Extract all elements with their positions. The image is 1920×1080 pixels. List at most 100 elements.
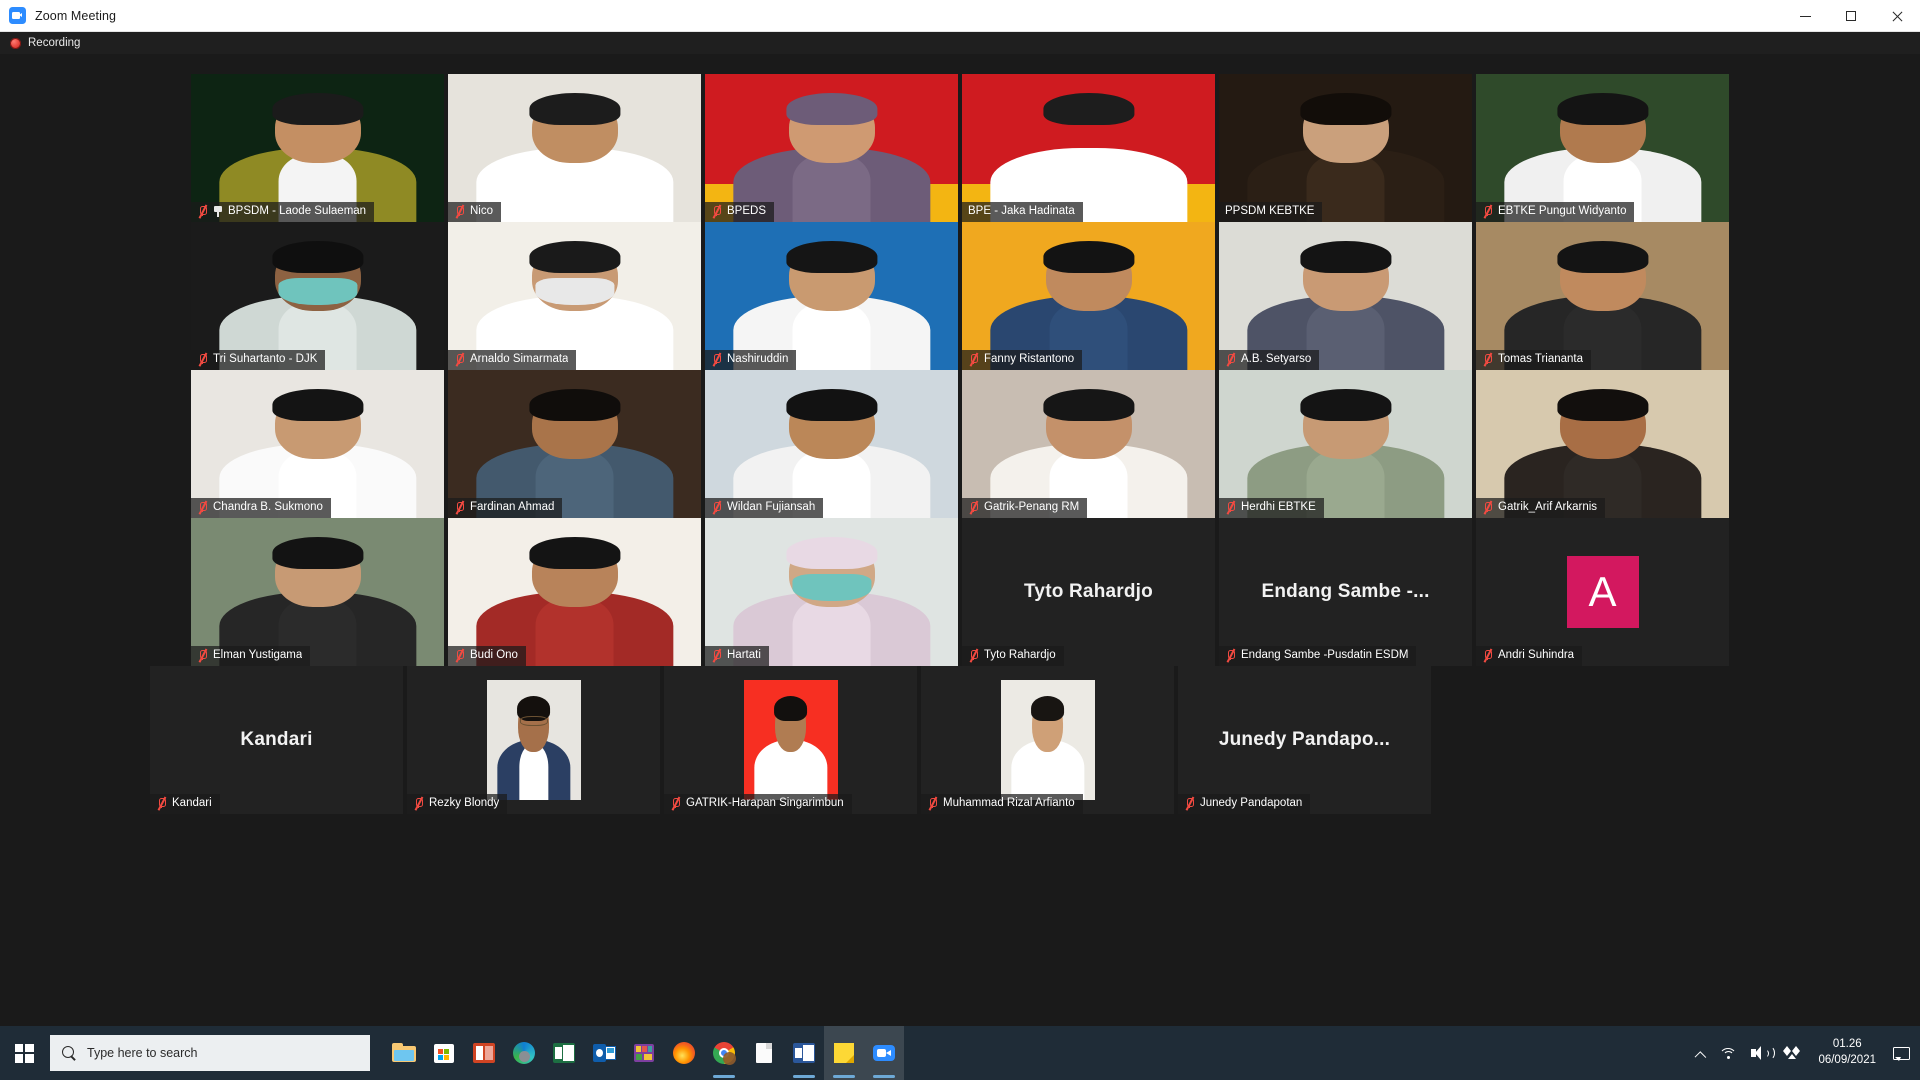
participant-name-badge: BPSDM - Laode Sulaeman: [191, 202, 375, 222]
participant-tile[interactable]: Endang Sambe -... Endang Sambe -Pusdatin…: [1219, 518, 1472, 666]
participant-tile[interactable]: BPSDM - Laode Sulaeman: [191, 74, 444, 222]
participant-name-label: Rezky Blondy: [429, 797, 500, 809]
pin-icon: [213, 205, 223, 218]
taskbar-zoom-icon[interactable]: [864, 1026, 904, 1080]
participant-tile[interactable]: A.B. Setyarso: [1219, 222, 1472, 370]
taskbar-microsoft-store-icon[interactable]: [424, 1026, 464, 1080]
taskbar-app-list: [384, 1026, 904, 1080]
participant-tile[interactable]: EBTKE Pungut Widyanto: [1476, 74, 1729, 222]
participant-tile[interactable]: Gatrik-Penang RM: [962, 370, 1215, 518]
taskbar-sticky-notes-icon[interactable]: [824, 1026, 864, 1080]
participant-name-label: Gatrik-Penang RM: [984, 501, 1080, 513]
participant-tile[interactable]: Nashiruddin: [705, 222, 958, 370]
participant-name-label: Herdhi EBTKE: [1241, 501, 1316, 513]
participant-tile[interactable]: Kandari Kandari: [150, 666, 403, 814]
mic-muted-icon: [197, 648, 208, 663]
maximize-button[interactable]: [1828, 0, 1874, 32]
taskbar-outlook-icon[interactable]: [584, 1026, 624, 1080]
taskbar-file-explorer-icon[interactable]: [384, 1026, 424, 1080]
participant-tile[interactable]: Hartati: [705, 518, 958, 666]
taskbar-excel-icon[interactable]: [544, 1026, 584, 1080]
taskbar-microsoft-edge-icon[interactable]: [504, 1026, 544, 1080]
participant-name-badge: Elman Yustigama: [191, 646, 311, 666]
participant-name-badge: Hartati: [705, 646, 769, 666]
participant-name-label: BPSDM - Laode Sulaeman: [228, 205, 367, 217]
participant-name-badge: Muhammad Rizal Arfianto: [921, 794, 1083, 814]
participant-name-badge: Junedy Pandapotan: [1178, 794, 1311, 814]
participant-tile[interactable]: Fardinan Ahmad: [448, 370, 701, 518]
participant-tile[interactable]: Muhammad Rizal Arfianto: [921, 666, 1174, 814]
avatar: [743, 680, 838, 800]
gallery-row: BPSDM - Laode Sulaeman Nico BPEDS BPE - …: [191, 74, 1729, 222]
mic-muted-icon: [968, 648, 979, 663]
participant-name-badge: Tomas Triananta: [1476, 350, 1592, 370]
search-icon: [62, 1045, 77, 1061]
mic-muted-icon: [968, 352, 979, 367]
participant-tile[interactable]: Budi Ono: [448, 518, 701, 666]
participant-name-badge: Budi Ono: [448, 646, 526, 666]
dropbox-icon[interactable]: [1776, 1026, 1808, 1080]
participant-name-label: BPEDS: [727, 205, 766, 217]
participant-name-badge: Chandra B. Sukmono: [191, 498, 331, 518]
participant-name-badge: BPE - Jaka Hadinata: [962, 202, 1083, 222]
window-titlebar: Zoom Meeting: [0, 0, 1920, 32]
close-button[interactable]: [1874, 0, 1920, 32]
system-tray: 01.26 06/09/2021: [1687, 1026, 1920, 1080]
participant-tile[interactable]: Junedy Pandapo... Junedy Pandapotan: [1178, 666, 1431, 814]
mic-muted-icon: [1225, 500, 1236, 515]
speaker-icon[interactable]: [1744, 1026, 1776, 1080]
avatar: [486, 680, 581, 800]
minimize-button[interactable]: [1782, 0, 1828, 32]
clock-date: 06/09/2021: [1818, 1054, 1876, 1066]
participant-name-label: Chandra B. Sukmono: [213, 501, 323, 513]
mic-muted-icon: [711, 204, 722, 219]
participant-name-label: Tyto Rahardjo: [984, 649, 1056, 661]
mic-muted-icon: [1225, 352, 1236, 367]
participant-tile[interactable]: Fanny Ristantono: [962, 222, 1215, 370]
taskbar-powerpoint-icon[interactable]: [464, 1026, 504, 1080]
participant-tile[interactable]: Chandra B. Sukmono: [191, 370, 444, 518]
participant-tile[interactable]: Herdhi EBTKE: [1219, 370, 1472, 518]
recording-indicator-bar[interactable]: Recording: [0, 32, 1920, 54]
gallery-row: Kandari Kandari Rezky Blondy GATRIK-Hara…: [150, 666, 1431, 814]
mic-muted-icon: [454, 352, 465, 367]
taskbar-notepad-icon[interactable]: [744, 1026, 784, 1080]
wifi-icon[interactable]: [1712, 1026, 1744, 1080]
zoom-camera-icon: [9, 7, 26, 24]
mic-muted-icon: [156, 796, 167, 811]
participant-name-label: Muhammad Rizal Arfianto: [943, 797, 1075, 809]
participant-tile[interactable]: Tomas Triananta: [1476, 222, 1729, 370]
participant-tile[interactable]: Nico: [448, 74, 701, 222]
participant-name-label: BPE - Jaka Hadinata: [968, 205, 1075, 217]
participant-tile[interactable]: PPSDM KEBTKE: [1219, 74, 1472, 222]
participant-tile[interactable]: BPEDS: [705, 74, 958, 222]
taskbar-word-icon[interactable]: [784, 1026, 824, 1080]
participant-name-label: Fanny Ristantono: [984, 353, 1075, 365]
windows-taskbar: Type here to search 01.26 06/09/2021: [0, 1026, 1920, 1080]
search-input[interactable]: Type here to search: [50, 1035, 370, 1071]
participant-tile[interactable]: Elman Yustigama: [191, 518, 444, 666]
participant-tile[interactable]: Gatrik_Arif Arkarnis: [1476, 370, 1729, 518]
participant-tile[interactable]: Wildan Fujiansah: [705, 370, 958, 518]
mic-muted-icon: [1482, 500, 1493, 515]
participant-name-badge: Kandari: [150, 794, 220, 814]
clock[interactable]: 01.26 06/09/2021: [1808, 1026, 1886, 1080]
participant-tile[interactable]: GATRIK-Harapan Singarimbun: [664, 666, 917, 814]
taskbar-firefox-icon[interactable]: [664, 1026, 704, 1080]
participant-name-label: Hartati: [727, 649, 761, 661]
participant-name-badge: Endang Sambe -Pusdatin ESDM: [1219, 646, 1417, 666]
participant-tile[interactable]: A Andri Suhindra: [1476, 518, 1729, 666]
taskbar-chrome-icon[interactable]: [704, 1026, 744, 1080]
windows-start-icon[interactable]: [0, 1026, 48, 1080]
participant-tile[interactable]: Tri Suhartanto - DJK: [191, 222, 444, 370]
participant-name-label: PPSDM KEBTKE: [1225, 205, 1315, 217]
participant-tile[interactable]: Rezky Blondy: [407, 666, 660, 814]
participant-display-name: Endang Sambe -...: [1261, 581, 1430, 602]
chevron-up-icon[interactable]: [1687, 1026, 1712, 1080]
participant-name-badge: Nashiruddin: [705, 350, 797, 370]
taskbar-winrar-icon[interactable]: [624, 1026, 664, 1080]
participant-tile[interactable]: Arnaldo Simarmata: [448, 222, 701, 370]
participant-tile[interactable]: Tyto Rahardjo Tyto Rahardjo: [962, 518, 1215, 666]
participant-tile[interactable]: BPE - Jaka Hadinata: [962, 74, 1215, 222]
notification-icon[interactable]: [1886, 1026, 1916, 1080]
